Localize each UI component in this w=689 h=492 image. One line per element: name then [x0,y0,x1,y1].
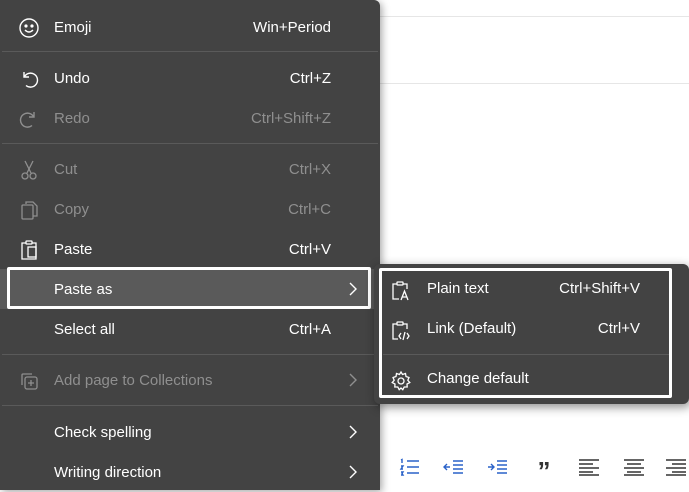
align-center-icon[interactable] [621,455,647,479]
menu-item-select-all[interactable]: Select all Ctrl+A [0,309,380,349]
page-divider [380,83,689,84]
quote-glyph: ” [537,456,551,486]
align-right-icon[interactable] [663,455,689,479]
submenu-item-label: Plain text [427,280,489,297]
gear-icon [390,370,412,392]
menu-item-label: Select all [54,320,115,338]
redo-icon [18,108,40,130]
clipboard-icon [18,239,40,261]
menu-item-check-spelling[interactable]: Check spelling [0,412,380,452]
menu-item-undo[interactable]: Undo Ctrl+Z [0,58,380,98]
menu-item-shortcut: Ctrl+Z [289,69,331,87]
formatting-toolbar: ” [0,455,689,484]
menu-separator [2,354,378,355]
menu-separator [2,51,378,52]
menu-item-cut[interactable]: Cut Ctrl+X [0,149,380,189]
chevron-right-icon [349,373,357,387]
paste-as-submenu: Plain text Ctrl+Shift+V Link (Default) C… [374,264,689,404]
menu-item-label: Paste [54,240,93,258]
menu-item-label: Add page to Collections [54,371,213,389]
decrease-indent-icon[interactable] [441,455,467,479]
undo-icon [18,68,40,90]
scissors-icon [18,159,40,181]
submenu-item-change-default[interactable]: Change default [374,360,689,400]
menu-item-emoji[interactable]: Emoji Win+Period [0,7,380,47]
menu-item-label: Redo [54,109,90,127]
submenu-item-plain-text[interactable]: Plain text Ctrl+Shift+V [374,270,689,310]
submenu-item-label: Link (Default) [427,320,517,337]
submenu-item-shortcut: Ctrl+Shift+V [559,280,640,297]
menu-item-label: Emoji [54,18,92,36]
menu-item-label: Check spelling [54,423,152,441]
submenu-item-shortcut: Ctrl+V [597,320,640,337]
clipboard-code-icon [390,320,412,342]
submenu-separator [383,354,671,355]
menu-item-label: Undo [54,69,90,87]
menu-item-redo[interactable]: Redo Ctrl+Shift+Z [0,98,380,138]
menu-item-copy[interactable]: Copy Ctrl+C [0,189,380,229]
submenu-item-link-default[interactable]: Link (Default) Ctrl+V [374,310,689,350]
smiley-icon [18,17,40,39]
menu-item-shortcut: Win+Period [253,18,331,36]
menu-item-label: Cut [54,160,78,178]
copy-icon [18,199,40,221]
quote-icon[interactable]: ” [531,455,557,484]
page-divider [380,16,689,17]
menu-item-paste[interactable]: Paste Ctrl+V [0,229,380,269]
menu-item-shortcut: Ctrl+C [288,200,331,218]
submenu-item-label: Change default [427,370,529,387]
collections-icon [18,370,40,392]
clipboard-text-icon [390,280,412,302]
increase-indent-icon[interactable] [485,455,511,479]
menu-item-label: Copy [54,200,90,218]
menu-separator [2,143,378,144]
align-left-icon[interactable] [576,455,602,479]
highlight-callout [7,267,371,309]
menu-separator [2,405,378,406]
menu-item-shortcut: Ctrl+X [288,160,331,178]
menu-item-shortcut: Ctrl+V [288,240,331,258]
context-menu: Emoji Win+Period Undo Ctrl+Z Redo Ctrl+S… [0,0,380,490]
numbered-list-icon[interactable] [397,455,423,479]
chevron-right-icon [349,425,357,439]
menu-item-shortcut: Ctrl+Shift+Z [250,109,331,127]
menu-item-add-to-collections[interactable]: Add page to Collections [0,360,380,400]
menu-item-shortcut: Ctrl+A [288,320,331,338]
